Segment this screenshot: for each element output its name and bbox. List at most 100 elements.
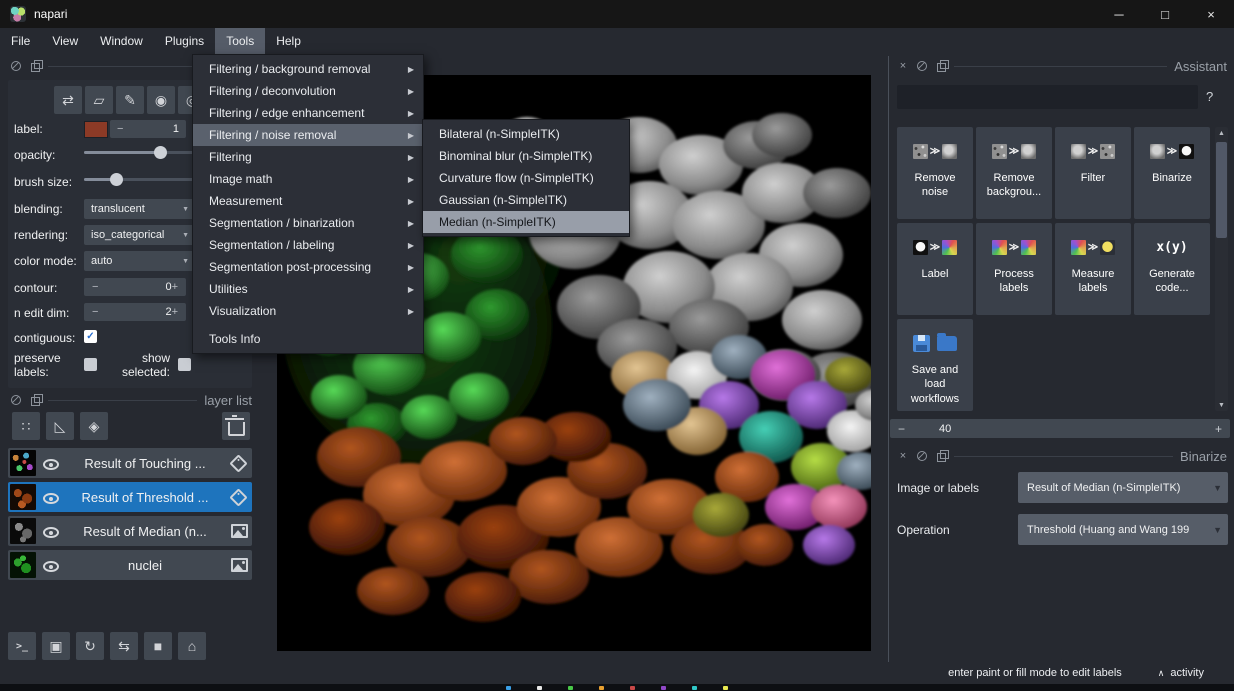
generate-code-button[interactable]: x(y) Generate code... [1134,223,1210,315]
image-or-labels-dropdown[interactable]: Result of Median (n-SimpleITK) ▼ [1018,472,1228,503]
menu-item-binominal-blur[interactable]: Binominal blur (n-SimpleITK) [423,145,629,167]
hide-panel-icon[interactable] [29,394,41,406]
toggle-ndisplay-button[interactable]: ▣ [42,632,70,660]
show-selected-checkbox[interactable] [178,358,191,371]
taskbar-app-icon[interactable] [723,686,728,690]
menu-item-filtering-background-removal[interactable]: Filtering / background removal▶ [193,58,423,80]
console-button[interactable]: >_ [8,632,36,660]
minus-icon[interactable]: − [117,123,123,135]
preserve-labels-checkbox[interactable] [84,358,97,371]
assistant-slider[interactable]: − 40 + [890,419,1230,438]
minus-icon[interactable]: − [92,281,98,293]
transpose-dimensions-button[interactable]: ⇆ [110,632,138,660]
float-panel-icon[interactable] [916,60,928,72]
float-panel-icon[interactable] [10,394,22,406]
taskbar-app-icon[interactable] [599,686,604,690]
taskbar-app-icon[interactable] [630,686,635,690]
visibility-eye-icon[interactable] [43,524,60,539]
menu-item-filtering[interactable]: Filtering▶ [193,146,423,168]
menu-item-image-math[interactable]: Image math▶ [193,168,423,190]
remove-background-button[interactable]: ≫ Remove backgrou... [976,127,1052,219]
new-shapes-layer-button[interactable]: ◺ [46,412,74,440]
menu-item-utilities[interactable]: Utilities▶ [193,278,423,300]
menu-help[interactable]: Help [265,28,312,54]
plus-icon[interactable]: + [172,281,178,293]
menu-plugins[interactable]: Plugins [154,28,215,54]
menu-item-segmentation-labeling[interactable]: Segmentation / labeling▶ [193,234,423,256]
measure-labels-button[interactable]: ≫ Measure labels [1055,223,1131,315]
taskbar-app-icon[interactable] [506,686,511,690]
filter-button[interactable]: ≫ Filter [1055,127,1131,219]
close-panel-icon[interactable]: × [897,60,909,72]
save-load-workflows-button[interactable]: Save and load workflows [897,319,973,411]
plus-icon[interactable]: + [1215,422,1222,436]
hide-panel-icon[interactable] [29,60,41,72]
brush-size-slider-handle[interactable] [110,173,123,186]
close-button[interactable]: × [1188,0,1234,28]
rendering-dropdown[interactable]: iso_categorical ▼ [84,225,196,245]
menu-item-filtering-edge-enhancement[interactable]: Filtering / edge enhancement▶ [193,102,423,124]
label-spinbox[interactable]: − 1 [110,120,186,138]
menu-item-bilateral[interactable]: Bilateral (n-SimpleITK) [423,123,629,145]
fill-button[interactable]: ◉ [147,86,175,114]
scrollbar-handle[interactable] [1216,142,1227,238]
plus-icon[interactable]: + [172,306,178,318]
taskbar-app-icon[interactable] [692,686,697,690]
visibility-eye-icon[interactable] [43,490,60,505]
menu-window[interactable]: Window [89,28,154,54]
n-edit-dim-spinbox[interactable]: − 2 + [84,303,186,321]
grid-view-button[interactable]: ■ [144,632,172,660]
new-points-layer-button[interactable]: ∷ [12,412,40,440]
menu-item-filtering-noise-removal[interactable]: Filtering / noise removal▶ [193,124,423,146]
help-icon[interactable]: ? [1206,89,1213,104]
shuffle-colors-button[interactable]: ⇄ [54,86,82,114]
delete-layer-button[interactable] [222,412,250,440]
scroll-up-icon[interactable]: ▲ [1215,127,1228,139]
taskbar-app-icon[interactable] [537,686,542,690]
roll-dimensions-button[interactable]: ↻ [76,632,104,660]
visibility-eye-icon[interactable] [43,456,60,471]
menu-item-gaussian[interactable]: Gaussian (n-SimpleITK) [423,189,629,211]
scroll-down-icon[interactable]: ▼ [1215,399,1228,411]
remove-noise-button[interactable]: ≫ Remove noise [897,127,973,219]
hide-panel-icon[interactable] [935,450,947,462]
layer-row-threshold[interactable]: Result of Threshold ... [8,482,252,512]
menu-tools[interactable]: Tools [215,28,265,54]
visibility-eye-icon[interactable] [43,558,60,573]
paint-button[interactable]: ✎ [116,86,144,114]
activity-toggle[interactable]: ∧ activity [1158,667,1204,679]
maximize-button[interactable]: □ [1142,0,1188,28]
menu-item-tools-info[interactable]: Tools Info [193,328,423,350]
layer-row-median[interactable]: Result of Median (n... [8,516,252,546]
new-labels-layer-button[interactable]: ◈ [80,412,108,440]
operation-dropdown[interactable]: Threshold (Huang and Wang 199 ▼ [1018,514,1228,545]
menu-file[interactable]: File [0,28,41,54]
contiguous-checkbox[interactable]: ✓ [84,330,97,343]
color-mode-dropdown[interactable]: auto ▼ [84,251,196,271]
minimize-button[interactable]: ─ [1096,0,1142,28]
taskbar-app-icon[interactable] [568,686,573,690]
contour-spinbox[interactable]: − 0 + [84,278,186,296]
menu-item-segmentation-post-processing[interactable]: Segmentation post-processing▶ [193,256,423,278]
menu-item-measurement[interactable]: Measurement▶ [193,190,423,212]
blending-dropdown[interactable]: translucent ▼ [84,199,196,219]
menu-item-median[interactable]: Median (n-SimpleITK) [423,211,629,233]
layer-row-touching[interactable]: Result of Touching ... [8,448,252,478]
label-color-swatch[interactable] [84,121,108,138]
float-panel-icon[interactable] [10,60,22,72]
opacity-slider-handle[interactable] [154,146,167,159]
erase-button[interactable]: ▱ [85,86,113,114]
menu-item-segmentation-binarization[interactable]: Segmentation / binarization▶ [193,212,423,234]
minus-icon[interactable]: − [898,422,905,436]
label-button[interactable]: ≫ Label [897,223,973,315]
close-panel-icon[interactable]: × [897,450,909,462]
menu-item-curvature-flow[interactable]: Curvature flow (n-SimpleITK) [423,167,629,189]
process-labels-button[interactable]: ≫ Process labels [976,223,1052,315]
taskbar-app-icon[interactable] [661,686,666,690]
binarize-button[interactable]: ≫ Binarize [1134,127,1210,219]
dock-splitter[interactable] [888,56,889,668]
menu-item-filtering-deconvolution[interactable]: Filtering / deconvolution▶ [193,80,423,102]
minus-icon[interactable]: − [92,306,98,318]
float-panel-icon[interactable] [916,450,928,462]
menu-item-visualization[interactable]: Visualization▶ [193,300,423,322]
